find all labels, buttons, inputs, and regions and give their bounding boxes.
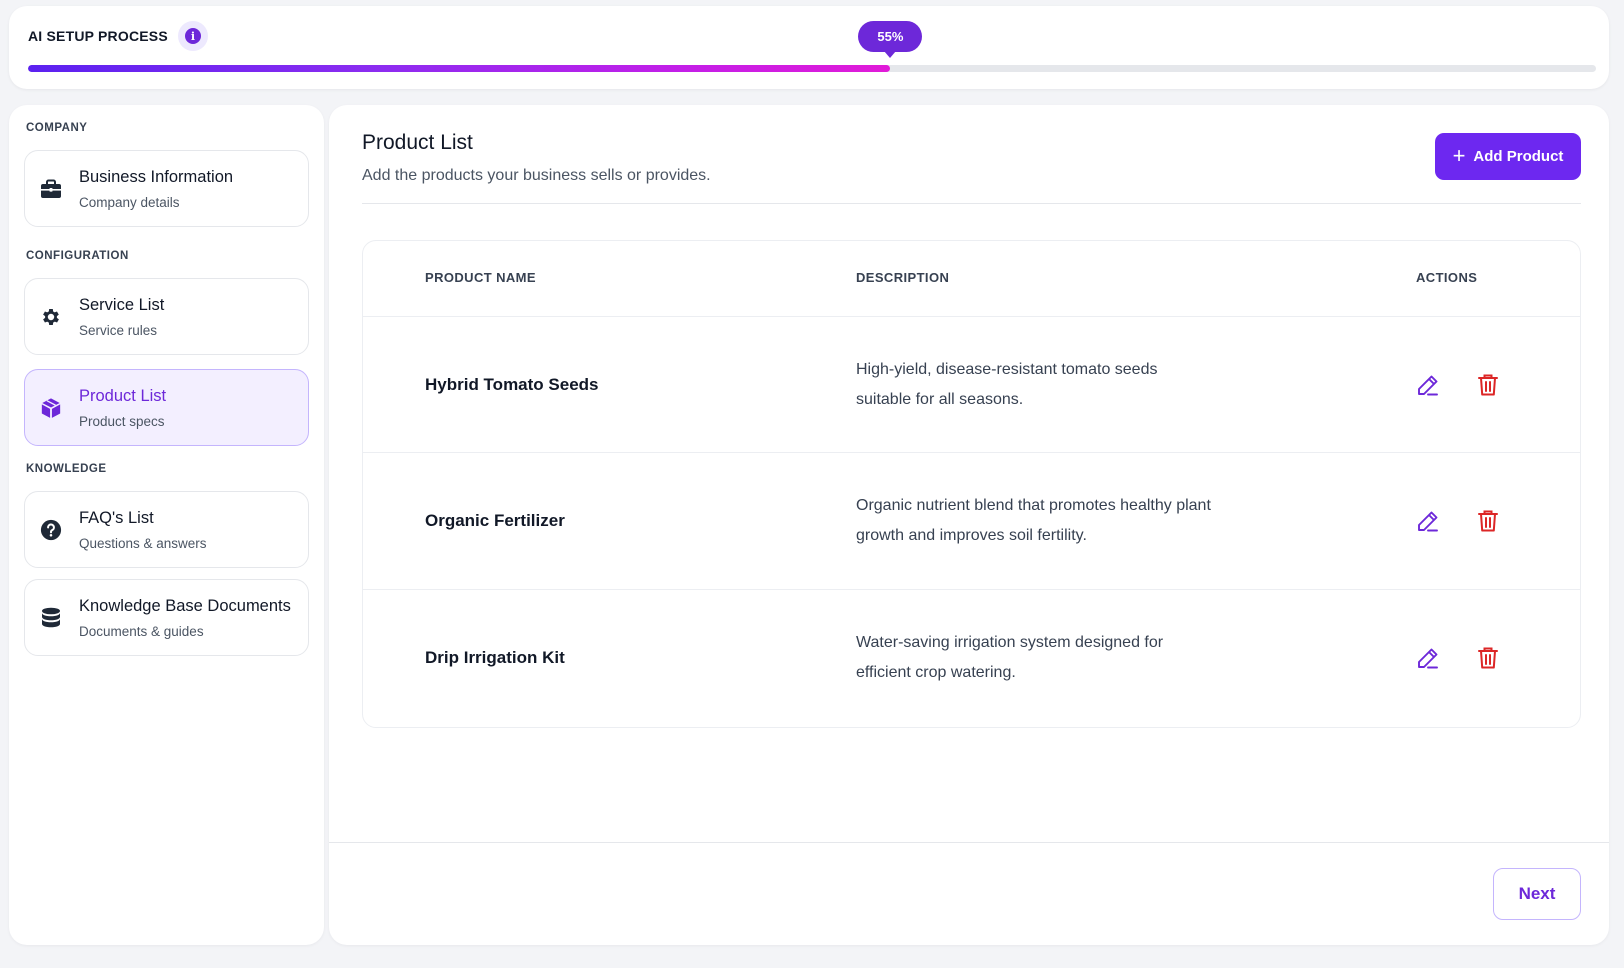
sidebar-item-subtitle: Company details <box>79 194 180 210</box>
product-name: Drip Irrigation Kit <box>425 647 565 667</box>
sidebar-item-subtitle: Service rules <box>79 322 158 338</box>
product-table: PRODUCT NAME DESCRIPTION ACTIONS Hybrid … <box>362 240 1581 728</box>
sidebar-section-knowledge: KNOWLEDGE <box>26 463 107 475</box>
product-name: Organic Fertilizer <box>425 510 565 530</box>
progress-bar-fill <box>28 65 891 72</box>
footer-divider <box>329 842 1609 843</box>
sidebar-item-title: Knowledge Base Documents <box>79 596 291 615</box>
main-panel: Product List Add the products your busin… <box>329 105 1609 945</box>
cube-icon <box>39 396 63 420</box>
product-description: Water-saving irrigation system designed … <box>856 633 1164 681</box>
table-row: Drip Irrigation Kit Water-saving irrigat… <box>363 590 1580 725</box>
trash-icon[interactable] <box>1474 644 1502 672</box>
page-subtitle: Add the products your business sells or … <box>362 167 711 184</box>
next-button[interactable]: Next <box>1493 868 1581 920</box>
sidebar-item-subtitle: Product specs <box>79 413 165 429</box>
product-description: High-yield, disease-resistant tomato see… <box>856 360 1158 408</box>
sidebar-item-product-list[interactable]: Product List Product specs <box>24 369 309 446</box>
page-title: Product List <box>362 131 473 154</box>
sidebar-item-title: FAQ's List <box>79 508 154 527</box>
column-header-description: DESCRIPTION <box>856 270 950 285</box>
sidebar: COMPANY Business Information Company det… <box>9 105 324 945</box>
sidebar-item-subtitle: Documents & guides <box>79 623 204 639</box>
edit-icon[interactable] <box>1414 371 1442 399</box>
edit-icon[interactable] <box>1414 644 1442 672</box>
sidebar-section-company: COMPANY <box>26 122 88 134</box>
progress-bar <box>28 65 1596 72</box>
sidebar-item-subtitle: Questions & answers <box>79 535 207 551</box>
gear-icon <box>39 305 63 329</box>
progress-percent-badge: 55% <box>858 21 923 52</box>
header-divider <box>362 203 1581 204</box>
database-icon <box>39 606 63 630</box>
sidebar-item-knowledge-base-documents[interactable]: Knowledge Base Documents Documents & gui… <box>24 579 309 656</box>
trash-icon[interactable] <box>1474 507 1502 535</box>
info-icon[interactable]: i <box>178 21 208 51</box>
question-circle-icon <box>39 518 63 542</box>
sidebar-item-business-information[interactable]: Business Information Company details <box>24 150 309 227</box>
column-header-product-name: PRODUCT NAME <box>425 270 536 285</box>
product-description: Organic nutrient blend that promotes hea… <box>856 496 1211 544</box>
edit-icon[interactable] <box>1414 507 1442 535</box>
setup-progress-header: AI SETUP PROCESS i 55% <box>9 6 1609 89</box>
sidebar-item-service-list[interactable]: Service List Service rules <box>24 278 309 355</box>
sidebar-item-title: Product List <box>79 386 167 405</box>
setup-title: AI SETUP PROCESS <box>28 28 168 44</box>
sidebar-item-title: Business Information <box>79 167 234 186</box>
add-product-label: Add Product <box>1473 148 1564 165</box>
trash-icon[interactable] <box>1474 371 1502 399</box>
sidebar-item-faqs-list[interactable]: FAQ's List Questions & answers <box>24 491 309 568</box>
table-row: Organic Fertilizer Organic nutrient blen… <box>363 453 1580 588</box>
sidebar-section-configuration: CONFIGURATION <box>26 250 129 262</box>
plus-icon: + <box>1452 142 1466 168</box>
product-name: Hybrid Tomato Seeds <box>425 374 599 394</box>
briefcase-icon <box>39 177 63 201</box>
add-product-button[interactable]: + Add Product <box>1435 133 1581 180</box>
table-row: Hybrid Tomato Seeds High-yield, disease-… <box>363 317 1580 452</box>
column-header-actions: ACTIONS <box>1416 270 1478 285</box>
sidebar-item-title: Service List <box>79 295 165 314</box>
